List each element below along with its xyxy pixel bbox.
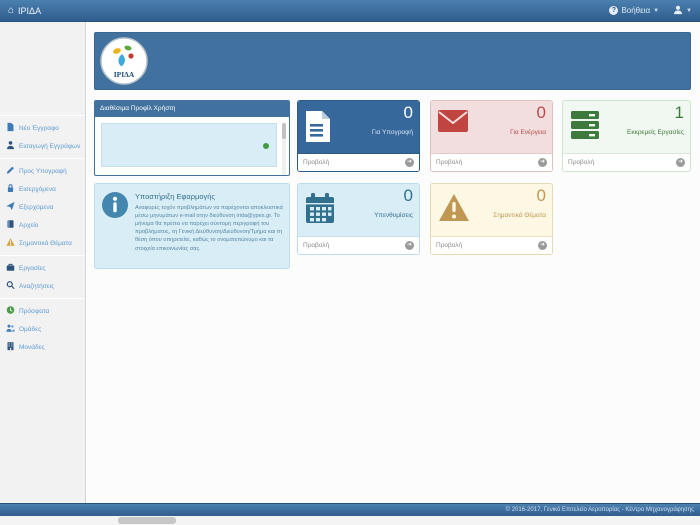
help-icon: ? <box>609 6 618 15</box>
reminders-count: 0 <box>404 186 413 206</box>
card-important-topics: 0 Σημαντικά Θέματα Προβολή ➜ <box>430 183 553 255</box>
sidebar-item-searches[interactable]: Αναζητήσεις <box>0 277 85 295</box>
support-body: Αναφορές τυχόν προβλημάτων να παρέχονται… <box>135 204 283 253</box>
for-action-count: 0 <box>537 103 546 123</box>
import-documents-icon <box>6 140 15 152</box>
svg-text:ΙΡΙΔΑ: ΙΡΙΔΑ <box>114 70 135 79</box>
clock-icon <box>6 305 15 317</box>
divider <box>0 255 85 256</box>
profiles-panel-title: Διαθέσιμα Προφίλ Χρήστη <box>95 101 289 117</box>
warning-icon <box>6 237 15 249</box>
sidebar-item-new-document[interactable]: Νέο Έγγραφο <box>0 119 85 137</box>
envelope-icon <box>438 110 468 132</box>
document-icon <box>305 110 331 143</box>
footer-bar: © 2016-2017, Γενικό Επιτελείο Αεροπορίας… <box>0 503 700 516</box>
for-signature-count: 0 <box>404 103 413 123</box>
sidebar-item-tasks[interactable]: Εργασίες <box>0 259 85 277</box>
top-navbar: ⌂ ΙΡΙΔΑ ? Βοήθεια ▼ ▼ <box>0 0 700 22</box>
for-action-label: Για Ενέργεια <box>510 129 546 136</box>
chevron-down-icon: ▼ <box>653 8 659 14</box>
irida-logo: ΙΡΙΔΑ <box>100 37 148 85</box>
pending-tasks-label: Εκκρεμείς Εργασίες <box>627 129 684 136</box>
sidebar-item-outgoing[interactable]: Εξερχόμενα <box>0 198 85 216</box>
pending-tasks-view-button[interactable]: Προβολή ➜ <box>563 153 690 171</box>
card-reminders: 0 Υπενθυμίσεις Προβολή ➜ <box>297 183 420 255</box>
for-signature-label: Για Υπογραφή <box>372 129 413 136</box>
circle-arrow-icon: ➜ <box>538 158 547 167</box>
new-document-icon <box>6 122 15 134</box>
sidebar-item-archive[interactable]: Αρχείο <box>0 216 85 234</box>
calendar-icon <box>305 193 335 224</box>
book-icon <box>6 219 15 231</box>
main-content: ΙΡΙΔΑ Διαθέσιμα Προφίλ Χρήστη <box>87 22 700 503</box>
circle-arrow-icon: ➜ <box>405 241 414 250</box>
sidebar-item-groups[interactable]: Ομάδες <box>0 320 85 338</box>
lock-icon <box>6 183 15 195</box>
important-topics-count: 0 <box>537 186 546 206</box>
warning-icon <box>438 193 470 223</box>
sidebar-item-import-documents[interactable]: Εισαγωγή Εγγράφων <box>0 137 85 155</box>
briefcase-icon <box>6 262 15 274</box>
profiles-panel: Διαθέσιμα Προφίλ Χρήστη <box>94 100 290 176</box>
user-icon <box>673 5 683 17</box>
card-for-action: 0 Για Ενέργεια Προβολή ➜ <box>430 100 553 172</box>
card-pending-tasks: 1 Εκκρεμείς Εργασίες Προβολή ➜ <box>562 100 691 172</box>
reminders-label: Υπενθυμίσεις <box>374 212 413 219</box>
for-signature-view-button[interactable]: Προβολή ➜ <box>298 153 419 171</box>
pencil-icon <box>6 165 15 177</box>
sidebar-item-for-signature[interactable]: Προς Υπογραφή <box>0 162 85 180</box>
irida-dashboard: ⌂ ΙΡΙΔΑ ? Βοήθεια ▼ ▼ Νέο Έγγραφο <box>0 0 700 525</box>
home-icon: ⌂ <box>8 6 14 16</box>
divider <box>0 115 85 116</box>
scrollbar-thumb[interactable] <box>118 517 176 524</box>
profile-status-dot <box>263 143 269 149</box>
header-banner: ΙΡΙΔΑ <box>94 32 691 90</box>
copyright-text: © 2016-2017, Γενικό Επιτελείο Αεροπορίας… <box>506 507 694 513</box>
for-action-view-button[interactable]: Προβολή ➜ <box>431 153 552 171</box>
divider <box>0 158 85 159</box>
help-menu[interactable]: ? Βοήθεια ▼ <box>609 6 659 15</box>
tasks-icon <box>570 110 600 140</box>
help-label: Βοήθεια <box>621 6 650 15</box>
sidebar: Νέο Έγγραφο Εισαγωγή Εγγράφων Προς Υπογρ… <box>0 22 86 503</box>
user-menu[interactable]: ▼ <box>673 5 692 17</box>
chevron-down-icon: ▼ <box>686 8 692 14</box>
reminders-view-button[interactable]: Προβολή ➜ <box>298 236 419 254</box>
circle-arrow-icon: ➜ <box>405 158 414 167</box>
important-topics-label: Σημαντικά Θέματα <box>493 212 546 219</box>
sidebar-item-incoming[interactable]: Εισερχόμενα <box>0 180 85 198</box>
card-for-signature: 0 Για Υπογραφή Προβολή ➜ <box>297 100 420 172</box>
send-icon <box>6 201 15 213</box>
scrollbar-thumb[interactable] <box>282 123 286 139</box>
sidebar-item-recent[interactable]: Πρόσφατα <box>0 302 85 320</box>
divider <box>0 298 85 299</box>
building-icon <box>6 341 15 353</box>
important-topics-view-button[interactable]: Προβολή ➜ <box>431 236 552 254</box>
sidebar-item-important-topics[interactable]: Σημαντικά Θέματα <box>0 234 85 252</box>
circle-arrow-icon: ➜ <box>676 158 685 167</box>
support-title: Υποστήριξη Εφαρμογής <box>135 192 283 201</box>
pending-tasks-count: 1 <box>675 103 684 123</box>
people-icon <box>6 323 15 335</box>
circle-arrow-icon: ➜ <box>538 241 547 250</box>
info-icon <box>102 192 128 262</box>
sidebar-item-units[interactable]: Μονάδες <box>0 338 85 356</box>
horizontal-scrollbar[interactable] <box>0 516 700 525</box>
support-panel: Υποστήριξη Εφαρμογής Αναφορές τυχόν προβ… <box>94 183 290 269</box>
brand-label: ΙΡΙΔΑ <box>18 6 41 16</box>
home-link[interactable]: ⌂ ΙΡΙΔΑ <box>8 6 41 16</box>
profile-entry[interactable] <box>101 123 277 167</box>
search-icon <box>6 280 15 292</box>
profiles-scrollbar[interactable] <box>282 123 286 176</box>
